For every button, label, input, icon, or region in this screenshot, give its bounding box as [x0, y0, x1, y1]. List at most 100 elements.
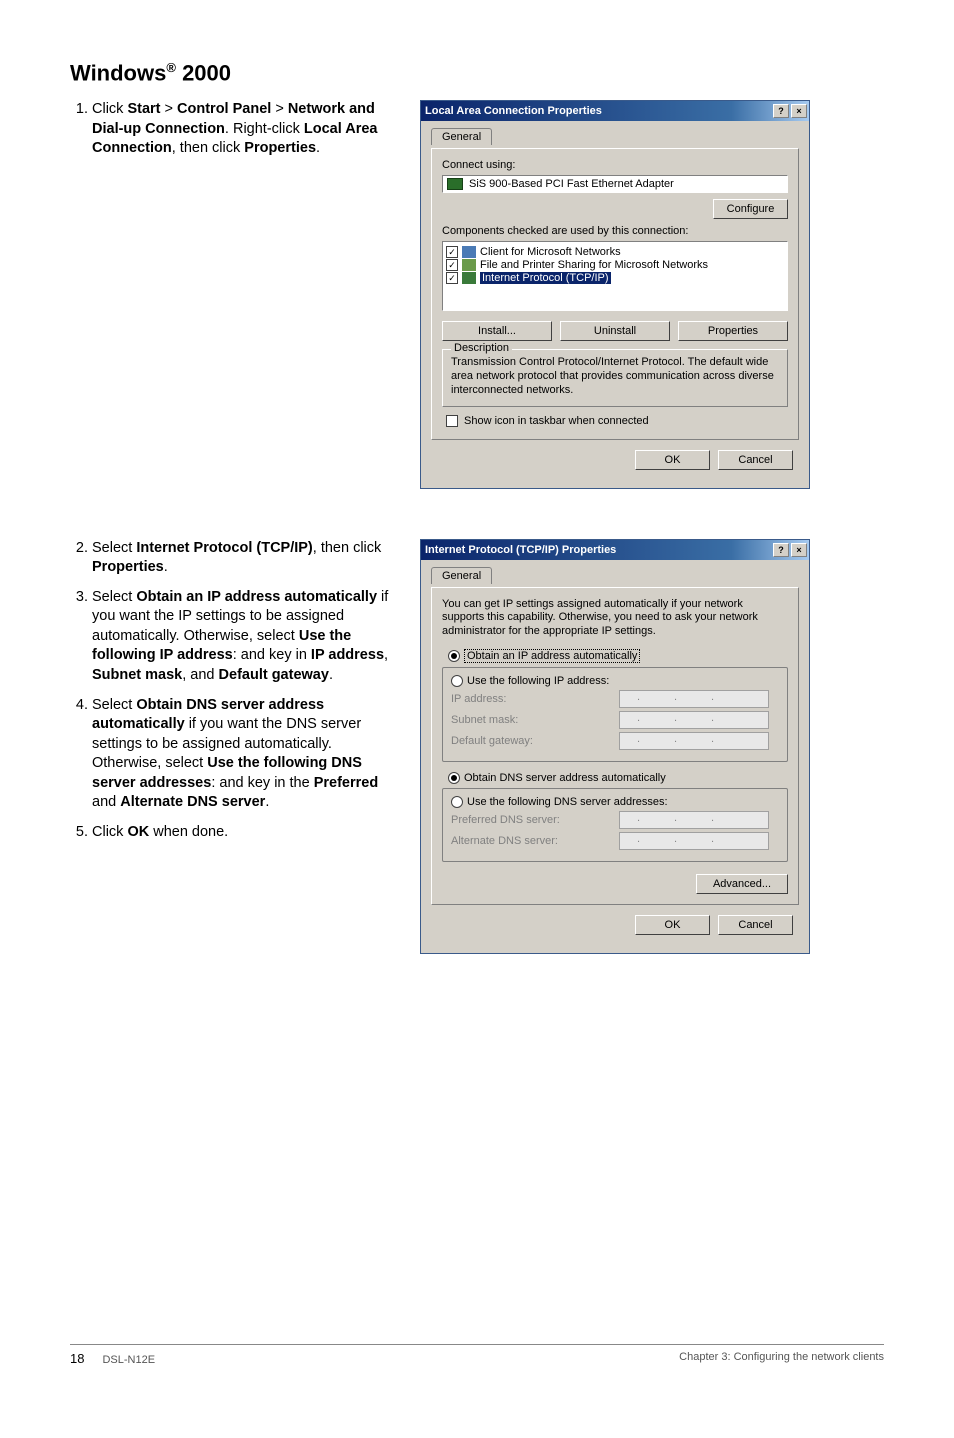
step-1: Click Start > Control Panel > Network an…	[92, 100, 400, 159]
ok-button[interactable]: OK	[635, 450, 710, 470]
page-container: Windows® 2000 Click Start > Control Pane…	[0, 0, 954, 1390]
components-list[interactable]: ✓ Client for Microsoft Networks ✓ File a…	[442, 241, 788, 311]
item-label: File and Printer Sharing for Microsoft N…	[480, 259, 708, 271]
radio-dot-icon	[451, 653, 457, 659]
sharing-icon	[462, 259, 476, 271]
tab-general[interactable]: General	[431, 128, 492, 145]
section-heading: Windows® 2000	[70, 60, 884, 86]
t: when done.	[149, 824, 228, 840]
t: OK	[127, 824, 149, 840]
preferred-dns-input[interactable]: ...	[619, 811, 769, 829]
footer-model: DSL-N12E	[102, 1354, 155, 1366]
description-text: Transmission Control Protocol/Internet P…	[451, 356, 779, 397]
radio-obtain-dns[interactable]: Obtain DNS server address automatically	[448, 772, 788, 784]
t: .	[225, 121, 233, 137]
radio-icon[interactable]	[451, 675, 463, 687]
subnet-mask-label: Subnet mask:	[451, 714, 518, 726]
radio-icon[interactable]	[451, 796, 463, 808]
page-number: 18	[70, 1351, 84, 1366]
taskbar-row: Show icon in taskbar when connected	[442, 407, 788, 429]
components-label: Components checked are used by this conn…	[442, 225, 788, 237]
heading-sup: ®	[166, 60, 176, 75]
lan-properties-dialog: Local Area Connection Properties ? × Gen…	[420, 100, 810, 488]
titlebar[interactable]: Local Area Connection Properties ? ×	[421, 101, 809, 121]
help-button[interactable]: ?	[773, 543, 789, 557]
radio-use-dns[interactable]: Use the following DNS server addresses:	[451, 796, 779, 808]
t: .	[164, 559, 168, 575]
t: Default gateway	[219, 667, 329, 683]
t: .	[329, 667, 333, 683]
radio-label: Use the following IP address:	[467, 675, 609, 687]
properties-button[interactable]: Properties	[678, 321, 788, 341]
cancel-button[interactable]: Cancel	[718, 915, 793, 935]
checkbox-icon[interactable]: ✓	[446, 246, 458, 258]
nic-icon	[447, 178, 463, 190]
general-panel: Connect using: SiS 900-Based PCI Fast Et…	[431, 148, 799, 439]
titlebar[interactable]: Internet Protocol (TCP/IP) Properties ? …	[421, 540, 809, 560]
radio-dot-icon	[451, 775, 457, 781]
connect-using-label: Connect using:	[442, 159, 788, 171]
footer-chapter: Chapter 3: Configuring the network clien…	[679, 1351, 884, 1366]
checkbox-icon[interactable]: ✓	[446, 259, 458, 271]
manual-ip-group: Use the following IP address: IP address…	[442, 667, 788, 762]
ip-address-input[interactable]: ...	[619, 690, 769, 708]
ip-address-label: IP address:	[451, 693, 506, 705]
t: Alternate DNS server	[120, 794, 265, 810]
list-item[interactable]: ✓ File and Printer Sharing for Microsoft…	[446, 259, 784, 271]
list-item[interactable]: ✓ Client for Microsoft Networks	[446, 246, 784, 258]
radio-label: Use the following DNS server addresses:	[467, 796, 668, 808]
radio-icon[interactable]	[448, 650, 460, 662]
taskbar-checkbox[interactable]	[446, 415, 458, 427]
description-group: Description Transmission Control Protoco…	[442, 349, 788, 406]
tcpip-properties-dialog: Internet Protocol (TCP/IP) Properties ? …	[420, 539, 810, 954]
preferred-dns-label: Preferred DNS server:	[451, 814, 560, 826]
dialog-title: Internet Protocol (TCP/IP) Properties	[425, 544, 616, 556]
t: Click	[92, 824, 127, 840]
tab-general[interactable]: General	[431, 567, 492, 584]
uninstall-button[interactable]: Uninstall	[560, 321, 670, 341]
t: , and	[182, 667, 218, 683]
radio-label: Obtain an IP address automatically	[464, 649, 640, 663]
adapter-field: SiS 900-Based PCI Fast Ethernet Adapter	[442, 175, 788, 193]
radio-obtain-ip[interactable]: Obtain an IP address automatically	[448, 649, 788, 663]
list-item[interactable]: ✓ Internet Protocol (TCP/IP)	[446, 272, 784, 284]
steps2to5-text: Select Internet Protocol (TCP/IP), then …	[70, 539, 400, 853]
alternate-dns-label: Alternate DNS server:	[451, 835, 558, 847]
t: Select	[92, 589, 136, 605]
step1-text: Click Start > Control Panel > Network an…	[70, 100, 400, 169]
close-button[interactable]: ×	[791, 543, 807, 557]
close-button[interactable]: ×	[791, 104, 807, 118]
t: Click	[92, 101, 127, 117]
radio-use-ip[interactable]: Use the following IP address:	[451, 675, 779, 687]
t: Properties	[244, 140, 316, 156]
radio-label: Obtain DNS server address automatically	[464, 772, 666, 784]
t: and	[92, 794, 120, 810]
subnet-mask-input[interactable]: ...	[619, 711, 769, 729]
configure-button[interactable]: Configure	[713, 199, 788, 219]
page-footer: 18 DSL-N12E Chapter 3: Configuring the n…	[70, 1344, 884, 1366]
checkbox-icon[interactable]: ✓	[446, 272, 458, 284]
t: : and key in	[233, 647, 311, 663]
radio-icon[interactable]	[448, 772, 460, 784]
row-step1: Click Start > Control Panel > Network an…	[70, 100, 884, 488]
t: Subnet mask	[92, 667, 182, 683]
tab-strip: General	[431, 127, 799, 144]
t: Start	[127, 101, 160, 117]
default-gateway-input[interactable]: ...	[619, 732, 769, 750]
help-button[interactable]: ?	[773, 104, 789, 118]
t: >	[161, 101, 178, 117]
install-button[interactable]: Install...	[442, 321, 552, 341]
step-3: Select Obtain an IP address automaticall…	[92, 588, 400, 686]
dialog2-wrapper: Internet Protocol (TCP/IP) Properties ? …	[420, 539, 810, 954]
cancel-button[interactable]: Cancel	[718, 450, 793, 470]
item-label-selected: Internet Protocol (TCP/IP)	[480, 272, 611, 284]
alternate-dns-input[interactable]: ...	[619, 832, 769, 850]
row-step2-5: Select Internet Protocol (TCP/IP), then …	[70, 539, 884, 954]
heading-prefix: Windows	[70, 60, 166, 85]
dialog1-wrapper: Local Area Connection Properties ? × Gen…	[420, 100, 810, 488]
dialog-title: Local Area Connection Properties	[425, 105, 602, 117]
advanced-button[interactable]: Advanced...	[696, 874, 788, 894]
t: IP address	[311, 647, 384, 663]
default-gateway-label: Default gateway:	[451, 735, 533, 747]
ok-button[interactable]: OK	[635, 915, 710, 935]
